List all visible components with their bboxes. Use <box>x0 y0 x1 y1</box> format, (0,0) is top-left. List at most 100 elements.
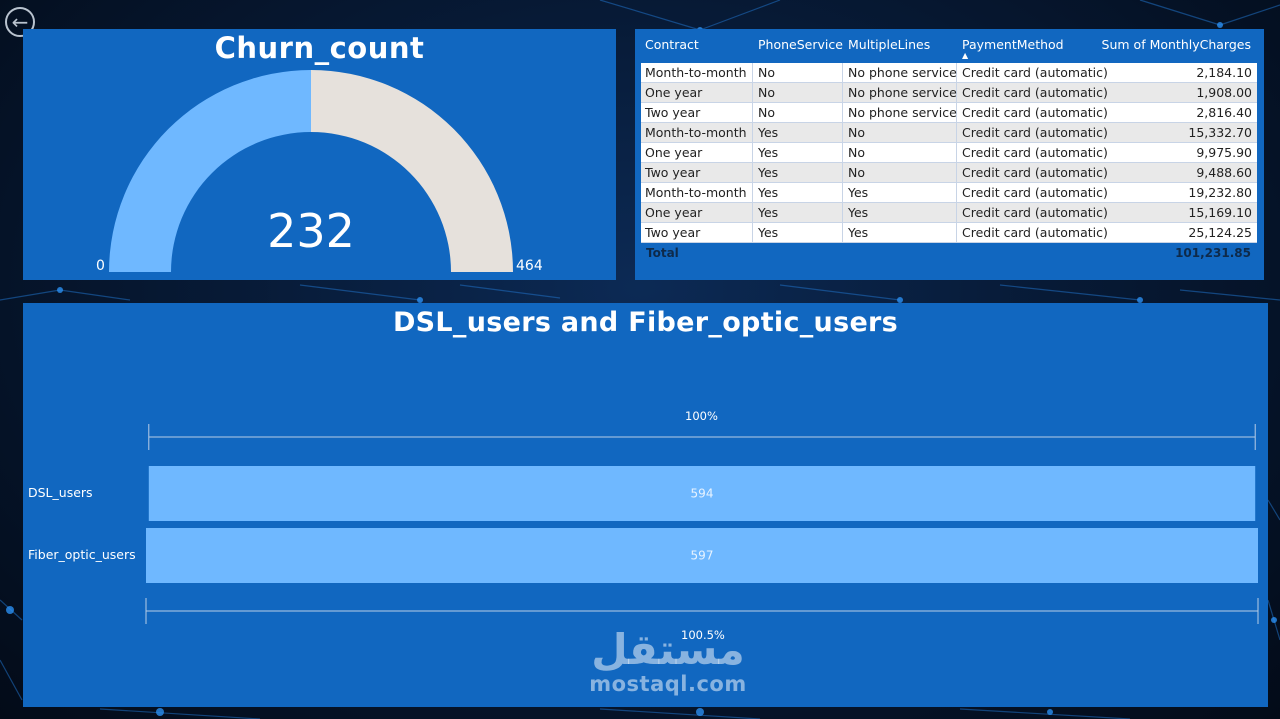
table-cell: Credit card (automatic) <box>962 225 1108 240</box>
table-cell: Yes <box>758 185 779 200</box>
column-divider <box>842 83 843 103</box>
table-cell: 15,169.10 <box>1188 205 1252 220</box>
table-cell: Credit card (automatic) <box>962 205 1108 220</box>
table-cell: Month-to-month <box>645 185 747 200</box>
table-cell: No <box>848 145 865 160</box>
table-cell: No <box>758 105 775 120</box>
column-divider <box>842 143 843 163</box>
column-divider <box>842 103 843 123</box>
table-cell: Yes <box>758 205 779 220</box>
column-divider <box>842 63 843 83</box>
table-cell: No <box>758 65 775 80</box>
column-divider <box>956 223 957 243</box>
table-cell: Yes <box>758 125 779 140</box>
churn-gauge-card[interactable]: Churn_count 232 0 464 <box>23 29 616 280</box>
column-divider <box>842 223 843 243</box>
table-cell: Yes <box>758 165 779 180</box>
table-cell: 1,908.00 <box>1196 85 1252 100</box>
table-cell: No phone service <box>848 65 957 80</box>
column-divider <box>752 223 753 243</box>
table-row[interactable]: One year Yes Yes Credit card (automatic) 15,… <box>641 203 1257 223</box>
bar-data-label: 594 <box>691 487 714 501</box>
table-cell: No phone service <box>848 85 957 100</box>
table-row[interactable]: Month-to-month No No phone service Credit c… <box>641 63 1257 83</box>
table-cell: Yes <box>848 205 869 220</box>
category-label-fiber: Fiber_optic_users <box>28 547 136 562</box>
table-cell: Yes <box>848 185 869 200</box>
table-cell: 9,488.60 <box>1196 165 1252 180</box>
table-cell: 2,816.40 <box>1196 105 1252 120</box>
table-cell: Two year <box>645 105 701 120</box>
table-row[interactable]: Month-to-month Yes No Credit card (automati… <box>641 123 1257 143</box>
column-divider <box>752 163 753 183</box>
table-cell: Credit card (automatic) <box>962 85 1108 100</box>
table-total-row: Total 101,231.85 <box>646 246 1251 260</box>
column-divider <box>842 163 843 183</box>
table-row[interactable]: Two year Yes No Credit card (automatic) 9,48… <box>641 163 1257 183</box>
column-header-multiplelines[interactable]: MultipleLines <box>848 37 930 52</box>
column-header-contract[interactable]: Contract <box>645 37 699 52</box>
table-cell: No <box>848 125 865 140</box>
table-cell: 2,184.10 <box>1196 65 1252 80</box>
table-cell: Month-to-month <box>645 65 747 80</box>
column-header-paymentmethod[interactable]: PaymentMethod <box>962 37 1064 52</box>
category-label-dsl: DSL_users <box>28 485 93 500</box>
column-divider <box>752 123 753 143</box>
column-divider <box>752 143 753 163</box>
column-divider <box>956 203 957 223</box>
table-row[interactable]: One year Yes No Credit card (automatic) 9,97… <box>641 143 1257 163</box>
watermark-latin: mostaql.com <box>589 672 747 696</box>
table-cell: No <box>848 165 865 180</box>
table-body: Month-to-month No No phone service Credit c… <box>641 63 1257 243</box>
total-label: Total <box>646 246 679 260</box>
table-cell: Two year <box>645 225 701 240</box>
column-header-monthlycharges[interactable]: Sum of MonthlyCharges <box>1102 37 1251 52</box>
table-cell: 15,332.70 <box>1188 125 1252 140</box>
table-cell: Yes <box>758 225 779 240</box>
table-cell: Credit card (automatic) <box>962 65 1108 80</box>
table-row[interactable]: Two year Yes Yes Credit card (automatic) 25,… <box>641 223 1257 243</box>
mostaql-watermark: مستقل mostaql.com <box>553 625 783 697</box>
table-cell: Two year <box>645 165 701 180</box>
sort-ascending-icon[interactable]: ▲ <box>962 51 968 60</box>
table-cell: No phone service <box>848 105 957 120</box>
table-cell: One year <box>645 205 703 220</box>
column-divider <box>752 183 753 203</box>
table-cell: Credit card (automatic) <box>962 145 1108 160</box>
column-divider <box>956 143 957 163</box>
table-cell: Credit card (automatic) <box>962 125 1108 140</box>
table-row[interactable]: One year No No phone service Credit card (a… <box>641 83 1257 103</box>
table-cell: Yes <box>758 145 779 160</box>
table-cell: Credit card (automatic) <box>962 165 1108 180</box>
monthly-charges-table[interactable]: Contract PhoneService MultipleLines Paym… <box>635 29 1264 280</box>
column-divider <box>842 203 843 223</box>
table-cell: One year <box>645 85 703 100</box>
column-divider <box>752 83 753 103</box>
column-divider <box>956 163 957 183</box>
column-divider <box>956 123 957 143</box>
table-cell: Credit card (automatic) <box>962 185 1108 200</box>
column-divider <box>752 103 753 123</box>
table-cell: Month-to-month <box>645 125 747 140</box>
table-cell: Yes <box>848 225 869 240</box>
column-header-phoneservice[interactable]: PhoneService <box>758 37 843 52</box>
table-row[interactable]: Month-to-month Yes Yes Credit card (automat… <box>641 183 1257 203</box>
column-divider <box>752 203 753 223</box>
internet-users-chart-card[interactable]: DSL_users and Fiber_optic_users 594 597 D… <box>23 303 1268 707</box>
table-cell: 19,232.80 <box>1188 185 1252 200</box>
table-cell: 25,124.25 <box>1188 225 1252 240</box>
table-header: Contract PhoneService MultipleLines Paym… <box>635 29 1264 61</box>
column-divider <box>842 183 843 203</box>
total-value: 101,231.85 <box>1175 246 1251 260</box>
table-cell: Credit card (automatic) <box>962 105 1108 120</box>
table-row[interactable]: Two year No No phone service Credit card (a… <box>641 103 1257 123</box>
table-cell: No <box>758 85 775 100</box>
bar-data-label: 597 <box>691 549 714 563</box>
column-divider <box>956 183 957 203</box>
top-scale-label: 100% <box>685 409 718 423</box>
table-cell: One year <box>645 145 703 160</box>
table-cell: 9,975.90 <box>1196 145 1252 160</box>
watermark-arabic: مستقل <box>591 625 745 674</box>
gauge-max-label: 464 <box>516 258 543 274</box>
gauge-value: 232 <box>267 204 355 258</box>
